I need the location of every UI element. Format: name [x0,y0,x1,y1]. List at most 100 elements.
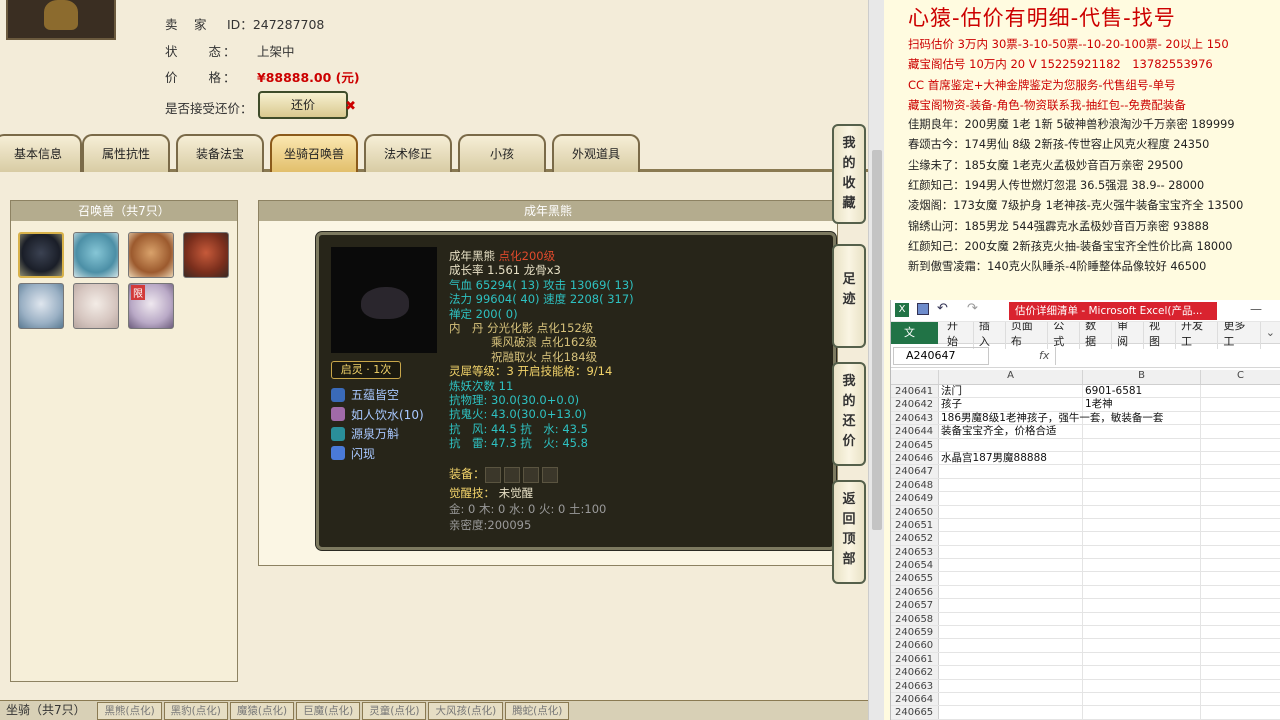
cell-c[interactable] [1201,693,1280,705]
cell-a[interactable] [939,505,1083,518]
cell-c[interactable] [1201,452,1280,464]
pet-thumb-7[interactable]: 限 [128,283,174,329]
cell-b[interactable] [1083,612,1201,626]
ribbon-tab-file[interactable]: 文件 [891,321,938,361]
pet-thumb-4[interactable] [183,232,229,278]
cell-b[interactable] [1083,505,1201,518]
cell-c[interactable] [1201,439,1280,451]
cell-b[interactable] [1083,478,1201,492]
row-number[interactable]: 240648 [891,478,939,492]
minimize-icon[interactable]: — [1250,302,1262,316]
mount-item[interactable]: 大风孩(点化) [428,702,504,720]
row-number[interactable]: 240654 [891,559,939,572]
row-number[interactable]: 240657 [891,599,939,612]
cell-b[interactable]: 1老神 [1083,398,1201,411]
cell-c[interactable] [1201,492,1280,504]
cell-c[interactable] [1201,479,1280,491]
pet-thumb-bear[interactable] [18,232,64,278]
cell-b[interactable] [1083,425,1201,438]
haggle-button[interactable]: 还价 ✖ [258,91,356,119]
cell-b[interactable] [1083,706,1201,719]
row-number[interactable]: 240659 [891,626,939,639]
pet-thumb-3[interactable] [128,232,174,278]
column-header[interactable]: B [1083,370,1201,384]
cell-a[interactable] [939,572,1083,585]
cell-c[interactable] [1201,385,1280,397]
cell-c[interactable] [1201,465,1280,477]
row-number[interactable]: 240655 [891,572,939,585]
cell-a[interactable] [939,612,1083,626]
cell-b[interactable] [1083,626,1201,639]
cell-c[interactable] [1201,626,1280,638]
cell-b[interactable] [1083,465,1201,478]
row-number[interactable]: 240658 [891,612,939,626]
row-number[interactable]: 240653 [891,545,939,559]
cell-c[interactable] [1201,653,1280,665]
row-number[interactable]: 240663 [891,679,939,692]
pet-thumb-6[interactable] [73,283,119,329]
undo-icon[interactable]: ↶ [937,301,948,316]
cell-a[interactable] [939,706,1083,719]
tab-attributes[interactable]: 属性抗性 [82,134,170,172]
favorites-button[interactable]: 我的收藏 [832,124,866,224]
select-all-corner[interactable] [891,370,939,384]
save-icon[interactable] [917,303,929,315]
cell-a[interactable]: 装备宝宝齐全，价格合适 [939,425,1083,438]
page-scrollbar[interactable] [868,0,884,720]
cell-b[interactable] [1083,639,1201,652]
cell-b[interactable] [1083,599,1201,612]
cell-b[interactable] [1083,545,1201,559]
cell-a[interactable] [939,518,1083,532]
cell-a[interactable]: 186男魔8级1老神孩子，强牛一套，敏装备一套 [939,411,1163,425]
cell-b[interactable] [1083,532,1201,545]
row-number[interactable]: 240642 [891,398,939,411]
cell-c[interactable] [1201,639,1280,651]
cell-c[interactable] [1201,412,1280,424]
tab-appearance[interactable]: 外观道具 [552,134,640,172]
pet-thumb-2[interactable] [73,232,119,278]
cell-b[interactable] [1083,438,1201,451]
row-number[interactable]: 240664 [891,692,939,706]
pet-thumb-5[interactable] [18,283,64,329]
row-number[interactable]: 240651 [891,518,939,532]
tab-equipment[interactable]: 装备法宝 [176,134,264,172]
cell-c[interactable] [1201,680,1280,692]
cell-b[interactable] [1083,518,1201,532]
tab-children[interactable]: 小孩 [458,134,546,172]
cell-b[interactable] [1083,679,1201,692]
cell-c[interactable] [1201,546,1280,558]
row-number[interactable]: 240643 [891,411,939,425]
sheet-grid[interactable]: A B C 240641 法门 6901-6581 240642 孩子 1老神 240643… [891,370,1280,720]
row-number[interactable]: 240665 [891,706,939,719]
tab-spell-mods[interactable]: 法术修正 [364,134,452,172]
cell-c[interactable] [1201,613,1280,625]
cell-a[interactable] [939,652,1083,666]
cell-b[interactable] [1083,492,1201,505]
footprints-button[interactable]: 足迹 [832,244,866,348]
cell-a[interactable]: 法门 [939,385,1083,398]
cell-b[interactable]: 6901-6581 [1083,385,1201,398]
skill-item[interactable]: 五蕴皆空 [331,385,424,405]
mount-item[interactable]: 巨魔(点化) [296,702,361,720]
column-header[interactable]: A [939,370,1083,384]
row-number[interactable]: 240652 [891,532,939,545]
equip-slot[interactable] [485,466,502,483]
cell-a[interactable] [939,492,1083,505]
tab-basic-info[interactable]: 基本信息 [0,134,82,172]
cell-a[interactable] [939,599,1083,612]
cell-c[interactable] [1201,599,1280,611]
row-number[interactable]: 240649 [891,492,939,505]
row-number[interactable]: 240646 [891,451,939,465]
row-number[interactable]: 240662 [891,666,939,679]
mount-item[interactable]: 黑豹(点化) [163,702,228,720]
skill-item[interactable]: 源泉万斛 [331,424,424,444]
cell-a[interactable] [939,465,1083,478]
cell-b[interactable] [1083,572,1201,585]
cell-c[interactable] [1201,572,1280,584]
scrollbar-thumb[interactable] [872,150,882,530]
cell-b[interactable] [1083,652,1201,666]
cell-a[interactable] [939,692,1083,706]
row-number[interactable]: 240661 [891,652,939,666]
cell-a[interactable] [939,532,1083,545]
cell-b[interactable] [1083,411,1201,425]
